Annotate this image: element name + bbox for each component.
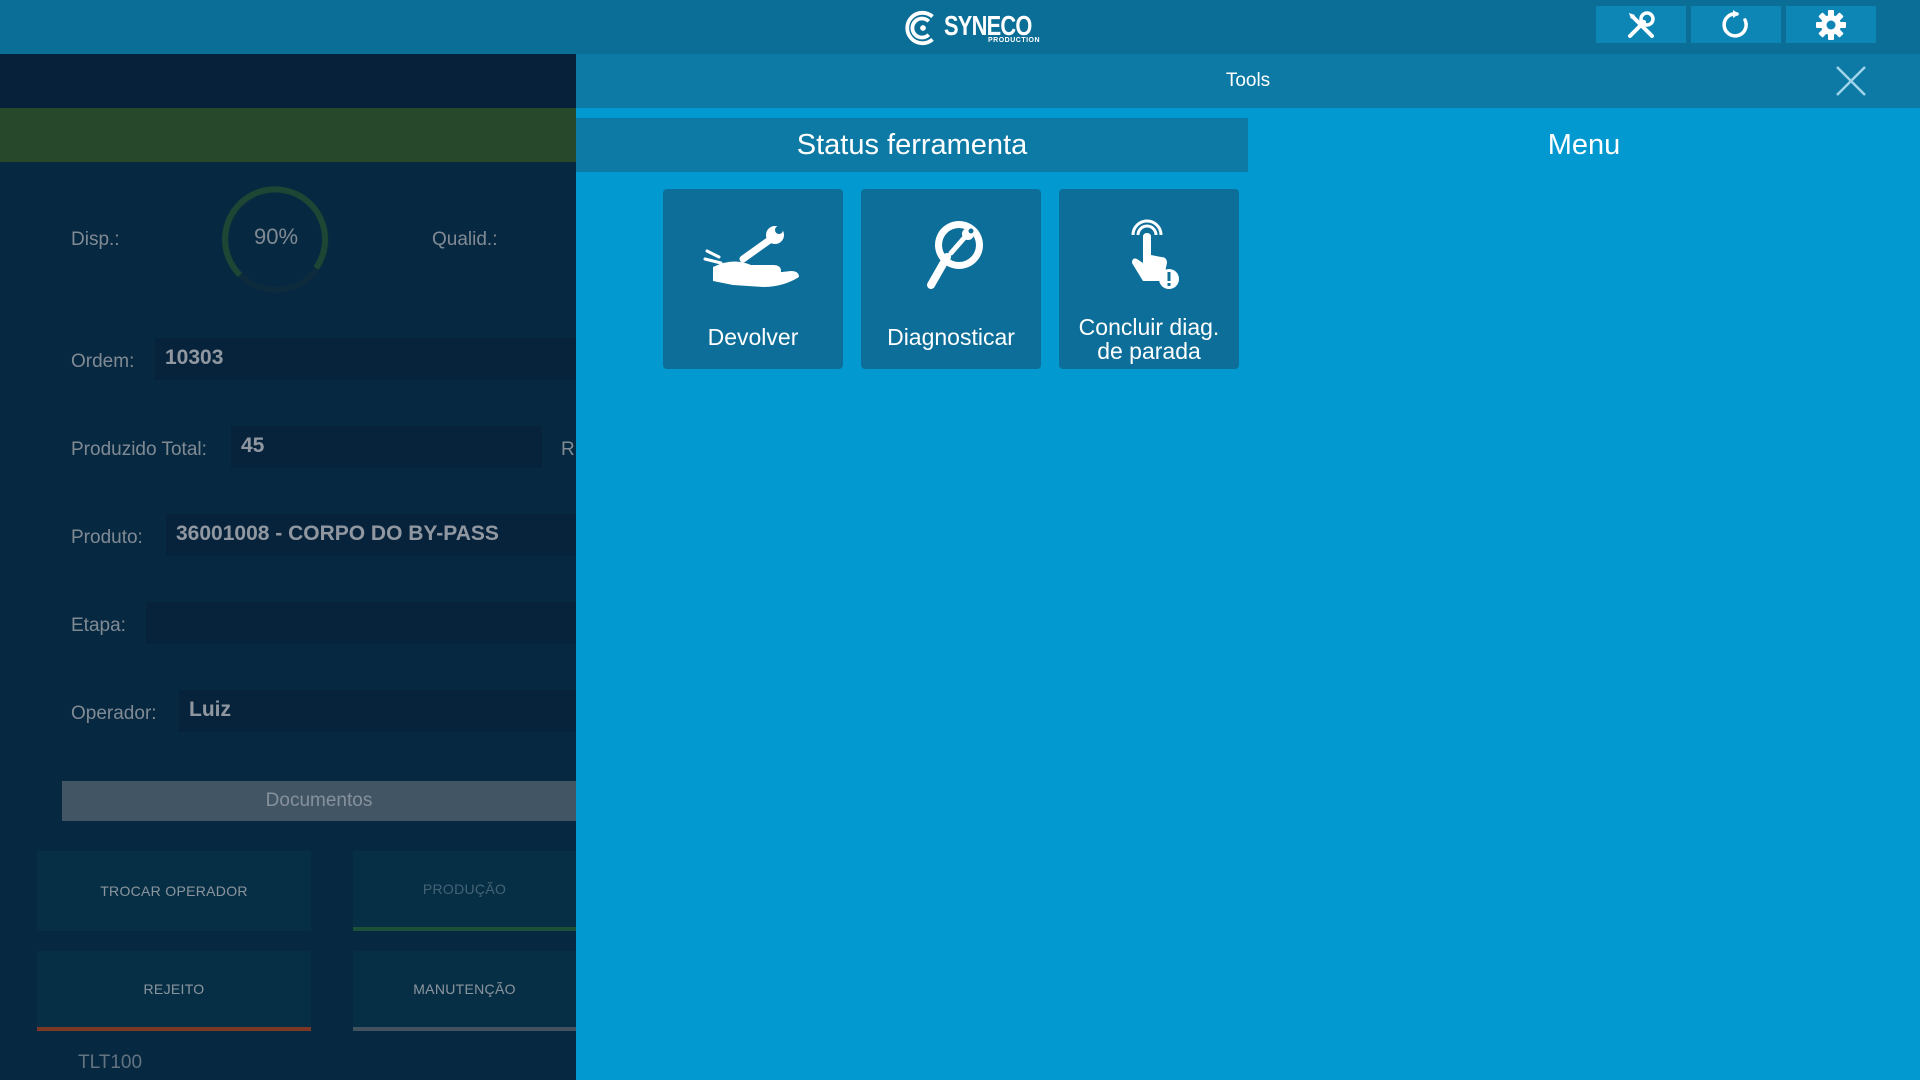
diagnosticar-label: Diagnosticar (887, 324, 1015, 350)
brand-name: SYNECO (944, 10, 1032, 41)
magnifier-wrench-icon (927, 221, 983, 289)
settings-icon (1816, 9, 1846, 40)
concluir-diagnostico-button[interactable]: Concluir diag. de parada (1059, 189, 1239, 369)
close-icon[interactable] (1834, 64, 1868, 98)
settings-button[interactable] (1786, 6, 1876, 43)
tools-panel-title: Tools (1225, 70, 1271, 91)
devolver-label: Devolver (707, 324, 799, 350)
tools-button[interactable] (1596, 6, 1686, 43)
tools-panel-header: Tools (576, 54, 1920, 108)
tab-menu[interactable]: Menu (1248, 118, 1920, 172)
concluir-label-line1: Concluir diag. (1078, 314, 1220, 340)
touch-alert-icon (1131, 219, 1179, 289)
modal-overlay (0, 54, 576, 1080)
tab-status-ferramenta[interactable]: Status ferramenta (576, 118, 1248, 172)
concluir-label-line2: de parada (1097, 338, 1201, 364)
syneco-logo: SYNECO PRODUCTION (904, 7, 1056, 49)
refresh-icon (1722, 9, 1748, 38)
top-bar: SYNECO PRODUCTION (0, 0, 1920, 54)
hand-wrench-icon (703, 226, 799, 287)
refresh-button[interactable] (1691, 6, 1781, 43)
devolver-button[interactable]: Devolver (663, 189, 843, 369)
tools-icon (1628, 10, 1655, 38)
tools-panel: Tools Status ferramenta Menu Devolver Di… (576, 54, 1920, 1080)
diagnosticar-button[interactable]: Diagnosticar (861, 189, 1041, 369)
syneco-logo-icon (905, 10, 934, 46)
